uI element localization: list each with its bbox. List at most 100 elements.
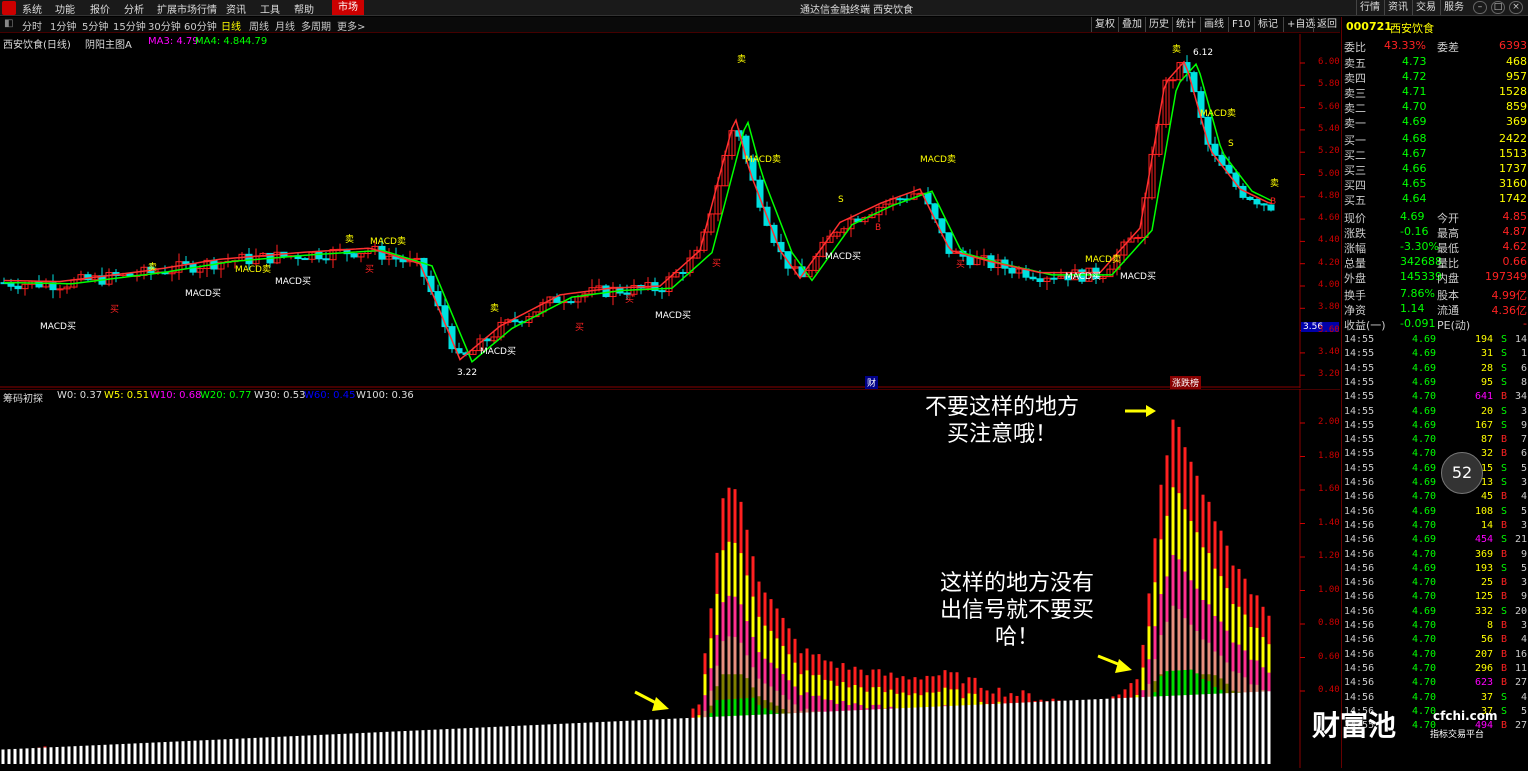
price-tick-label: 5.20 <box>1318 146 1340 157</box>
ask-row[interactable]: 卖三 4.71 1528 <box>1342 85 1528 100</box>
period-more[interactable]: 更多> <box>337 18 365 33</box>
indicator-bar <box>73 746 77 764</box>
tick-row[interactable]: 14:55 4.69 95 S 8 <box>1342 377 1528 391</box>
tick-count: 5 <box>1520 562 1527 574</box>
tick-row[interactable]: 14:55 4.70 32 B 6 <box>1342 448 1528 462</box>
tick-row[interactable]: 14:55 4.69 28 S 6 <box>1342 363 1528 377</box>
menu-quote[interactable]: 报价 <box>90 1 110 16</box>
event-tag[interactable]: 涨跌榜 <box>1170 376 1202 389</box>
tick-row[interactable]: 14:56 4.70 369 B 9 <box>1342 549 1528 563</box>
tool-f10[interactable]: F10 <box>1228 17 1253 32</box>
candles <box>0 55 1275 357</box>
restore-icon[interactable]: □ <box>1491 1 1505 14</box>
tick-row[interactable]: 14:55 4.70 641 B 34 <box>1342 391 1528 405</box>
tick-row[interactable]: 14:56 4.69 332 S 20 <box>1342 606 1528 620</box>
tick-row[interactable]: 14:55 4.69 167 S 9 <box>1342 420 1528 434</box>
tick-row[interactable]: 14:56 4.69 13 S 3 <box>1342 477 1528 491</box>
menu-help[interactable]: 帮助 <box>294 1 314 16</box>
tick-row[interactable]: 14:55 4.69 20 S 3 <box>1342 406 1528 420</box>
tick-row[interactable]: 14:55 4.69 194 S 14 <box>1342 334 1528 348</box>
menu-news[interactable]: 资讯 <box>226 1 246 16</box>
indicator-bar <box>1243 692 1247 764</box>
tool-mark[interactable]: 标记 <box>1254 17 1281 32</box>
period-daily[interactable]: 日线 <box>221 18 241 33</box>
tick-row[interactable]: 14:56 4.69 193 S 5 <box>1342 563 1528 577</box>
indicator-bar <box>973 704 977 764</box>
period-monthly[interactable]: 月线 <box>275 18 295 33</box>
sub-indicator-name[interactable]: 筹码初探 <box>3 390 43 405</box>
tool-overlay[interactable]: 叠加 <box>1118 17 1145 32</box>
tick-row[interactable]: 14:55 4.70 87 B 7 <box>1342 434 1528 448</box>
tick-side: S <box>1500 362 1507 374</box>
finance-tag[interactable]: 财 <box>865 376 879 389</box>
menu-extended-market[interactable]: 扩展市场行情 <box>157 1 217 16</box>
bid-row[interactable]: 买三 4.66 1737 <box>1342 162 1528 177</box>
sidebar-toggle-icon[interactable]: ◧ <box>4 18 13 29</box>
main-kline-chart[interactable]: MACD买 MACD买 MACD买 MACD买 MACD买 MACD买 MACD买 MACD买… <box>0 34 1340 389</box>
period-1min[interactable]: 1分钟 <box>50 18 76 33</box>
tool-back[interactable]: 返回 <box>1313 17 1340 32</box>
stat-row-v1: -0.16 <box>1400 225 1429 238</box>
tick-row[interactable]: 14:56 4.70 623 B 27 <box>1342 677 1528 691</box>
minimize-icon[interactable]: – <box>1473 1 1487 14</box>
sub-indicator-chart[interactable]: 筹码初探 W0: 0.37 W5: 0.51 W10: 0.68 W20: 0.… <box>0 388 1340 768</box>
indicator-name[interactable]: 阴阳主图A <box>85 36 132 51</box>
tool-stats[interactable]: 统计 <box>1172 17 1199 32</box>
menu-system[interactable]: 系统 <box>22 1 42 16</box>
ask-row[interactable]: 卖五 4.73 468 <box>1342 55 1528 70</box>
candle-body <box>182 261 190 265</box>
bid-row[interactable]: 买一 4.68 2422 <box>1342 132 1528 147</box>
indicator-bar <box>199 740 203 764</box>
period-multi[interactable]: 多周期 <box>301 18 331 33</box>
tick-row[interactable]: 14:56 4.70 45 B 4 <box>1342 491 1528 505</box>
bid-row[interactable]: 买五 4.64 1742 <box>1342 192 1528 207</box>
tab-news[interactable]: 资讯 <box>1384 0 1411 15</box>
tool-draw[interactable]: 画线 <box>1200 17 1227 32</box>
close-icon[interactable]: × <box>1509 1 1523 14</box>
indicator-bar <box>313 735 317 764</box>
tool-history[interactable]: 历史 <box>1145 17 1172 32</box>
indicator-bar <box>1165 695 1169 764</box>
bid-row[interactable]: 买四 4.65 3160 <box>1342 177 1528 192</box>
market-tab[interactable]: 市场 <box>332 0 364 15</box>
tick-row[interactable]: 14:56 4.70 207 B 16 <box>1342 649 1528 663</box>
bid-row[interactable]: 买二 4.67 1513 <box>1342 147 1528 162</box>
tick-row[interactable]: 14:56 4.70 25 B 3 <box>1342 577 1528 591</box>
tick-row[interactable]: 14:55 4.69 15 S 5 <box>1342 463 1528 477</box>
tick-row[interactable]: 14:56 4.69 108 S 5 <box>1342 506 1528 520</box>
tick-row[interactable]: 14:56 4.70 14 B 3 <box>1342 520 1528 534</box>
tick-row[interactable]: 14:56 4.70 56 B 4 <box>1342 634 1528 648</box>
ask-row[interactable]: 卖一 4.69 369 <box>1342 115 1528 130</box>
period-5min[interactable]: 5分钟 <box>82 18 108 33</box>
ask-row[interactable]: 卖四 4.72 957 <box>1342 70 1528 85</box>
tab-quotes[interactable]: 行情 <box>1356 0 1383 15</box>
period-15min[interactable]: 15分钟 <box>113 18 146 33</box>
signal-label: MACD买 <box>655 310 691 321</box>
tab-service[interactable]: 服务 <box>1440 0 1467 15</box>
indicator-bar <box>1135 697 1139 764</box>
menu-analysis[interactable]: 分析 <box>124 1 144 16</box>
period-30min[interactable]: 30分钟 <box>148 18 181 33</box>
tick-row[interactable]: 14:56 4.70 125 B 9 <box>1342 591 1528 605</box>
period-intraday[interactable]: 分时 <box>22 18 42 33</box>
tick-time: 14:56 <box>1344 548 1375 560</box>
indicator-bar <box>277 736 281 764</box>
menu-tools[interactable]: 工具 <box>260 1 280 16</box>
tick-row[interactable]: 14:56 4.70 296 B 11 <box>1342 663 1528 677</box>
period-weekly[interactable]: 周线 <box>249 18 269 33</box>
tick-time: 14:56 <box>1344 519 1375 531</box>
tick-row[interactable]: 14:55 4.69 31 S 1 <box>1342 348 1528 362</box>
period-60min[interactable]: 60分钟 <box>184 18 217 33</box>
indicator-bar <box>595 722 599 764</box>
indicator-bar <box>493 726 497 764</box>
tick-volume: 14 <box>1480 519 1493 531</box>
menu-function[interactable]: 功能 <box>55 1 75 16</box>
tick-row[interactable]: 14:56 4.69 454 S 21 <box>1342 534 1528 548</box>
price-tick-label: 3.20 <box>1318 369 1340 380</box>
tool-adjust[interactable]: 复权 <box>1091 17 1118 32</box>
ask-row[interactable]: 卖二 4.70 859 <box>1342 100 1528 115</box>
tab-trade[interactable]: 交易 <box>1412 0 1439 15</box>
tick-side: B <box>1500 648 1507 660</box>
indicator-bar <box>217 739 221 764</box>
tick-row[interactable]: 14:56 4.70 8 B 3 <box>1342 620 1528 634</box>
